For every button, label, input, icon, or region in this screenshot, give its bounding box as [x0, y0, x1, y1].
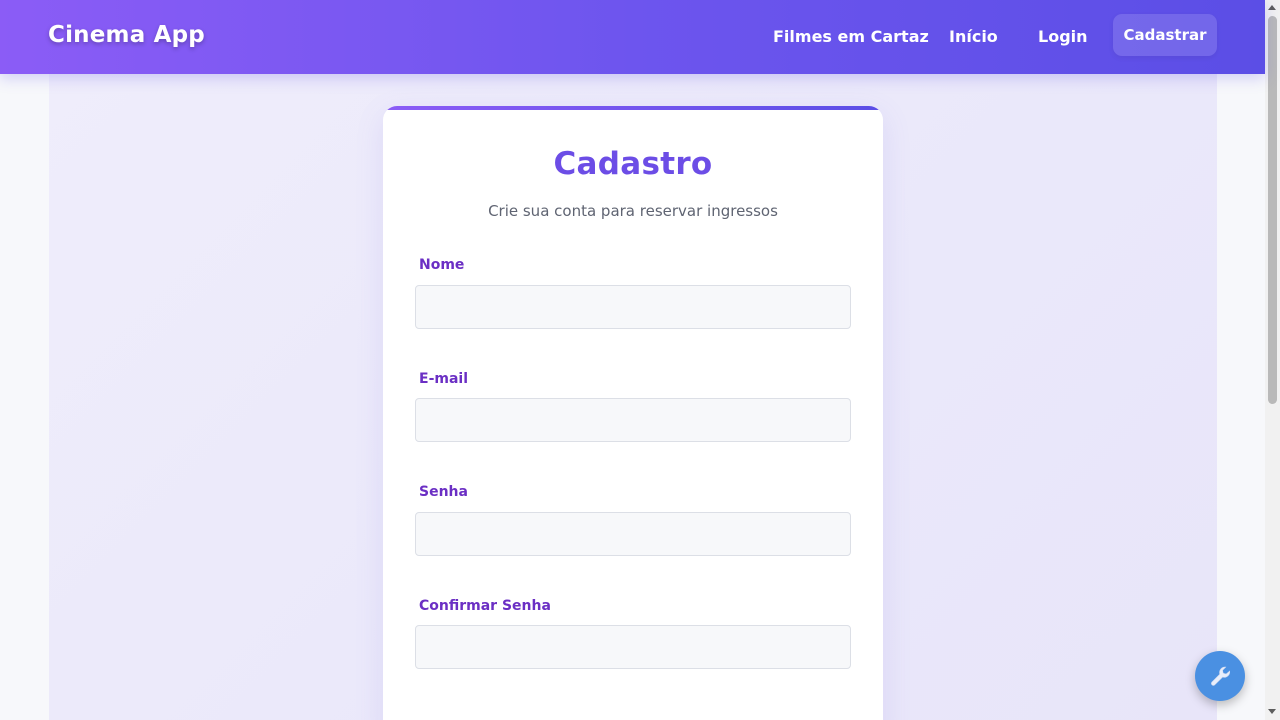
nav-link-inicio[interactable]: Início: [949, 27, 998, 46]
tools-fab-button[interactable]: [1195, 651, 1245, 701]
scrollbar-thumb[interactable]: [1268, 16, 1277, 404]
confirm-password-label: Confirmar Senha: [419, 598, 551, 614]
email-field[interactable]: [415, 398, 851, 442]
page-scrollbar[interactable]: [1265, 0, 1280, 720]
name-field[interactable]: [415, 285, 851, 329]
password-label: Senha: [419, 484, 468, 500]
signup-card: Cadastro Crie sua conta para reservar in…: [383, 106, 883, 720]
confirm-password-field[interactable]: [415, 625, 851, 669]
name-label: Nome: [419, 257, 465, 273]
wrench-icon: [1211, 666, 1231, 686]
email-label: E-mail: [419, 371, 469, 387]
brand-logo[interactable]: Cinema App: [48, 22, 205, 48]
card-accent-bar: [383, 106, 883, 110]
scroll-up-icon[interactable]: [1268, 5, 1276, 10]
page-title: Cadastro: [553, 146, 713, 182]
page-subtitle: Crie sua conta para reservar ingressos: [488, 202, 778, 220]
nav-link-login[interactable]: Login: [1038, 27, 1088, 46]
scroll-down-icon[interactable]: [1268, 709, 1276, 714]
nav-signup-button[interactable]: Cadastrar: [1113, 14, 1217, 56]
nav-link-filmes-em-cartaz[interactable]: Filmes em Cartaz: [773, 27, 929, 46]
navbar: Cinema App Filmes em Cartaz Início Login…: [0, 0, 1265, 74]
password-field[interactable]: [415, 512, 851, 556]
